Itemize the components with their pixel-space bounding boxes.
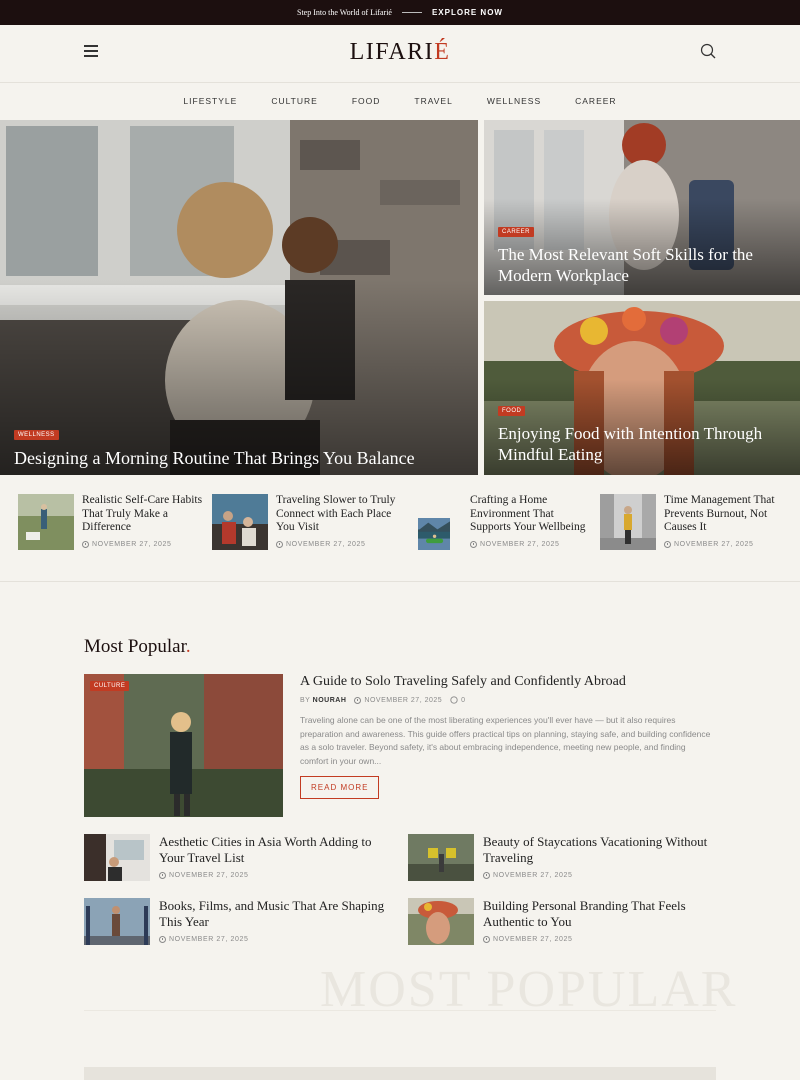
article-date: NOVEMBER 27, 2025 — [169, 872, 249, 879]
list-item[interactable]: Beauty of Staycations Vacationing Withou… — [408, 834, 718, 884]
clock-icon — [276, 540, 283, 548]
list-item[interactable]: Aesthetic Cities in Asia Worth Adding to… — [84, 834, 394, 884]
clock-icon — [159, 936, 166, 943]
list-item[interactable]: Books, Films, and Music That Are Shaping… — [84, 898, 394, 948]
hero-main-title[interactable]: Designing a Morning Routine That Brings … — [14, 447, 469, 470]
article-thumbnail — [212, 494, 268, 550]
list-item[interactable]: Traveling Slower to Truly Connect with E… — [212, 494, 395, 574]
article-thumbnail — [600, 494, 656, 550]
featured-article: A Guide to Solo Traveling Safely and Con… — [300, 674, 716, 799]
article-date: NOVEMBER 27, 2025 — [92, 540, 172, 548]
section-title: Most Popular. — [84, 636, 191, 657]
article-title[interactable]: Books, Films, and Music That Are Shaping… — [159, 898, 394, 930]
nav-wellness[interactable]: WELLNESS — [487, 96, 541, 106]
mini-articles-row: Realistic Self-Care Habits That Truly Ma… — [0, 476, 800, 582]
article-thumbnail — [408, 834, 474, 881]
article-date: NOVEMBER 27, 2025 — [480, 540, 560, 548]
site-logo[interactable]: LIFARIÉ — [0, 39, 800, 66]
clock-icon — [354, 696, 362, 704]
article-date: NOVEMBER 27, 2025 — [493, 936, 573, 943]
site-header: LIFARIÉ — [0, 25, 800, 83]
nav-lifestyle[interactable]: LIFESTYLE — [183, 96, 237, 106]
category-badge[interactable]: CULTURE — [90, 681, 130, 691]
article-title[interactable]: Beauty of Staycations Vacationing Withou… — [483, 834, 718, 866]
article-title[interactable]: Time Management That Prevents Burnout, N… — [664, 494, 786, 535]
article-thumbnail — [18, 494, 74, 550]
featured-article-title[interactable]: A Guide to Solo Traveling Safely and Con… — [300, 674, 716, 690]
article-excerpt: Traveling alone can be one of the most l… — [300, 715, 711, 766]
clock-icon — [82, 540, 89, 548]
author-link[interactable]: NOURAH — [313, 697, 347, 704]
list-item[interactable]: Realistic Self-Care Habits That Truly Ma… — [18, 494, 202, 574]
category-badge[interactable]: FOOD — [498, 406, 526, 416]
comment-count[interactable]: 0 — [461, 697, 465, 704]
article-title[interactable]: Traveling Slower to Truly Connect with E… — [276, 494, 398, 535]
divider — [84, 1010, 716, 1011]
article-title[interactable]: Crafting a Home Environment That Support… — [470, 494, 592, 535]
article-thumbnail — [418, 518, 450, 550]
article-title[interactable]: Building Personal Branding That Feels Au… — [483, 898, 718, 930]
article-thumbnail — [408, 898, 474, 945]
nav-career[interactable]: CAREER — [575, 96, 616, 106]
list-item[interactable]: Crafting a Home Environment That Support… — [406, 494, 596, 574]
search-icon[interactable] — [700, 43, 716, 59]
announcement-text: Step Into the World of Lifarié — [297, 8, 392, 17]
comment-icon — [450, 696, 458, 704]
hero-side-2-caption: FOOD Enjoying Food with Intention Throug… — [498, 399, 798, 466]
hero-main-caption: WELLNESS Designing a Morning Routine Tha… — [14, 423, 469, 470]
category-badge[interactable]: CAREER — [498, 227, 535, 237]
article-date: NOVEMBER 27, 2025 — [286, 540, 366, 548]
clock-icon — [470, 540, 477, 548]
main-nav: LIFESTYLE CULTURE FOOD TRAVEL WELLNESS C… — [0, 83, 800, 119]
article-title[interactable]: Aesthetic Cities in Asia Worth Adding to… — [159, 834, 394, 866]
hero-main-article[interactable]: WELLNESS Designing a Morning Routine Tha… — [0, 120, 478, 475]
hero-side-article-1[interactable]: CAREER The Most Relevant Soft Skills for… — [484, 120, 800, 295]
article-date: NOVEMBER 27, 2025 — [674, 540, 754, 548]
nav-food[interactable]: FOOD — [352, 96, 381, 106]
divider — [401, 12, 422, 13]
nav-travel[interactable]: TRAVEL — [414, 96, 452, 106]
hero-side-1-caption: CAREER The Most Relevant Soft Skills for… — [498, 220, 798, 287]
read-more-button[interactable]: READ MORE — [300, 776, 380, 799]
list-item[interactable]: Building Personal Branding That Feels Au… — [408, 898, 718, 948]
hero-side-1-title[interactable]: The Most Relevant Soft Skills for the Mo… — [498, 244, 798, 287]
clock-icon — [159, 872, 166, 879]
article-title[interactable]: Realistic Self-Care Habits That Truly Ma… — [82, 494, 204, 535]
featured-article-image[interactable] — [84, 674, 283, 817]
article-thumbnail — [84, 898, 150, 945]
article-meta: BY NOURAH NOVEMBER 27, 2025 0 — [300, 696, 466, 704]
hero-side-article-2[interactable]: FOOD Enjoying Food with Intention Throug… — [484, 301, 800, 475]
article-thumbnail — [84, 834, 150, 881]
clock-icon — [483, 936, 490, 943]
hero-side-2-title[interactable]: Enjoying Food with Intention Through Min… — [498, 423, 798, 466]
next-section-block — [84, 1067, 716, 1080]
clock-icon — [664, 540, 671, 548]
category-badge[interactable]: WELLNESS — [14, 430, 59, 440]
article-date: NOVEMBER 27, 2025 — [364, 696, 443, 704]
article-date: NOVEMBER 27, 2025 — [169, 936, 249, 943]
announcement-bar: Step Into the World of Lifarié EXPLORE N… — [0, 0, 800, 25]
article-date: NOVEMBER 27, 2025 — [493, 872, 573, 879]
clock-icon — [483, 872, 490, 879]
list-item[interactable]: Time Management That Prevents Burnout, N… — [600, 494, 780, 574]
explore-now-link[interactable]: EXPLORE NOW — [432, 8, 503, 17]
nav-culture[interactable]: CULTURE — [271, 96, 318, 106]
